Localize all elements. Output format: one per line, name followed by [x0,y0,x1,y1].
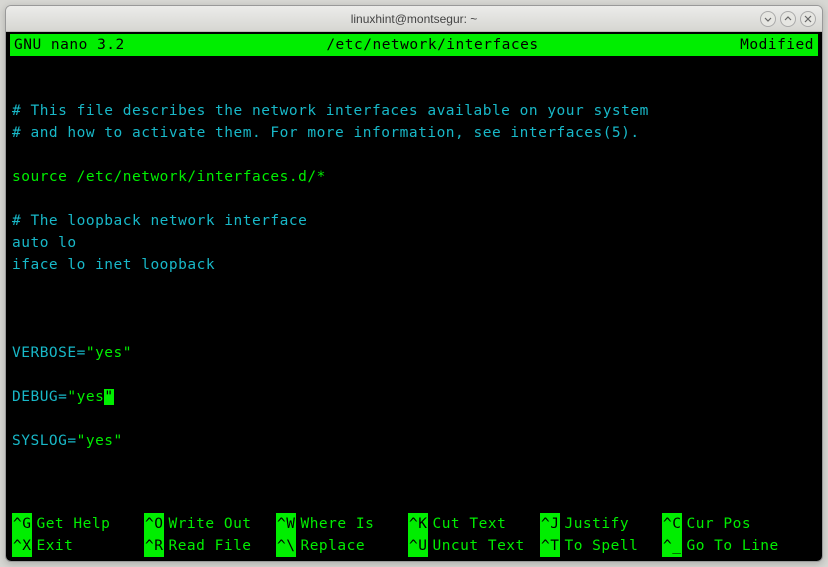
file-line: auto lo [12,235,77,251]
file-line: iface lo inet loopback [12,257,215,273]
file-line: # and how to activate them. For more inf… [12,125,640,141]
shortcut-write-out[interactable]: ^OWrite Out [144,513,276,535]
shortcut-read-file[interactable]: ^RRead File [144,535,276,557]
nano-app-name: GNU nano 3.2 [14,34,125,56]
close-button[interactable] [800,11,816,27]
nano-filename: /etc/network/interfaces [125,34,740,56]
nano-header: GNU nano 3.2 /etc/network/interfaces Mod… [10,34,818,56]
shortcut-cut-text[interactable]: ^KCut Text [408,513,540,535]
file-line: # The loopback network interface [12,213,307,229]
shortcut-replace[interactable]: ^\Replace [276,535,408,557]
maximize-button[interactable] [780,11,796,27]
file-line: VERBOSE="yes" [12,345,132,361]
blank-line [12,81,21,97]
shortcut-go-to-line[interactable]: ^_Go To Line [662,535,804,557]
minimize-button[interactable] [760,11,776,27]
window-titlebar[interactable]: linuxhint@montsegur: ~ [6,6,822,32]
shortcut-cur-pos[interactable]: ^CCur Pos [662,513,804,535]
shortcut-where-is[interactable]: ^WWhere Is [276,513,408,535]
file-line: DEBUG="yes" [12,389,114,405]
terminal-window: linuxhint@montsegur: ~ GNU nano 3.2 /etc… [5,5,823,562]
file-line: source /etc/network/interfaces.d/* [12,169,326,185]
close-icon [804,15,812,23]
window-title: linuxhint@montsegur: ~ [351,12,478,26]
shortcut-justify[interactable]: ^JJustify [540,513,662,535]
nano-shortcuts: ^GGet Help ^OWrite Out ^WWhere Is ^KCut … [10,513,818,557]
shortcut-to-spell[interactable]: ^TTo Spell [540,535,662,557]
shortcut-row: ^GGet Help ^OWrite Out ^WWhere Is ^KCut … [12,513,816,535]
shortcut-row: ^XExit ^RRead File ^\Replace ^UUncut Tex… [12,535,816,557]
shortcut-exit[interactable]: ^XExit [12,535,144,557]
shortcut-get-help[interactable]: ^GGet Help [12,513,144,535]
file-line: SYSLOG="yes" [12,433,123,449]
nano-status: Modified [740,34,814,56]
terminal-body[interactable]: GNU nano 3.2 /etc/network/interfaces Mod… [6,32,822,561]
minimize-icon [764,15,772,23]
shortcut-uncut-text[interactable]: ^UUncut Text [408,535,540,557]
text-cursor: " [104,389,113,405]
maximize-icon [784,15,792,23]
file-line: # This file describes the network interf… [12,103,649,119]
editor-content[interactable]: # This file describes the network interf… [10,56,818,513]
window-controls [760,11,816,27]
